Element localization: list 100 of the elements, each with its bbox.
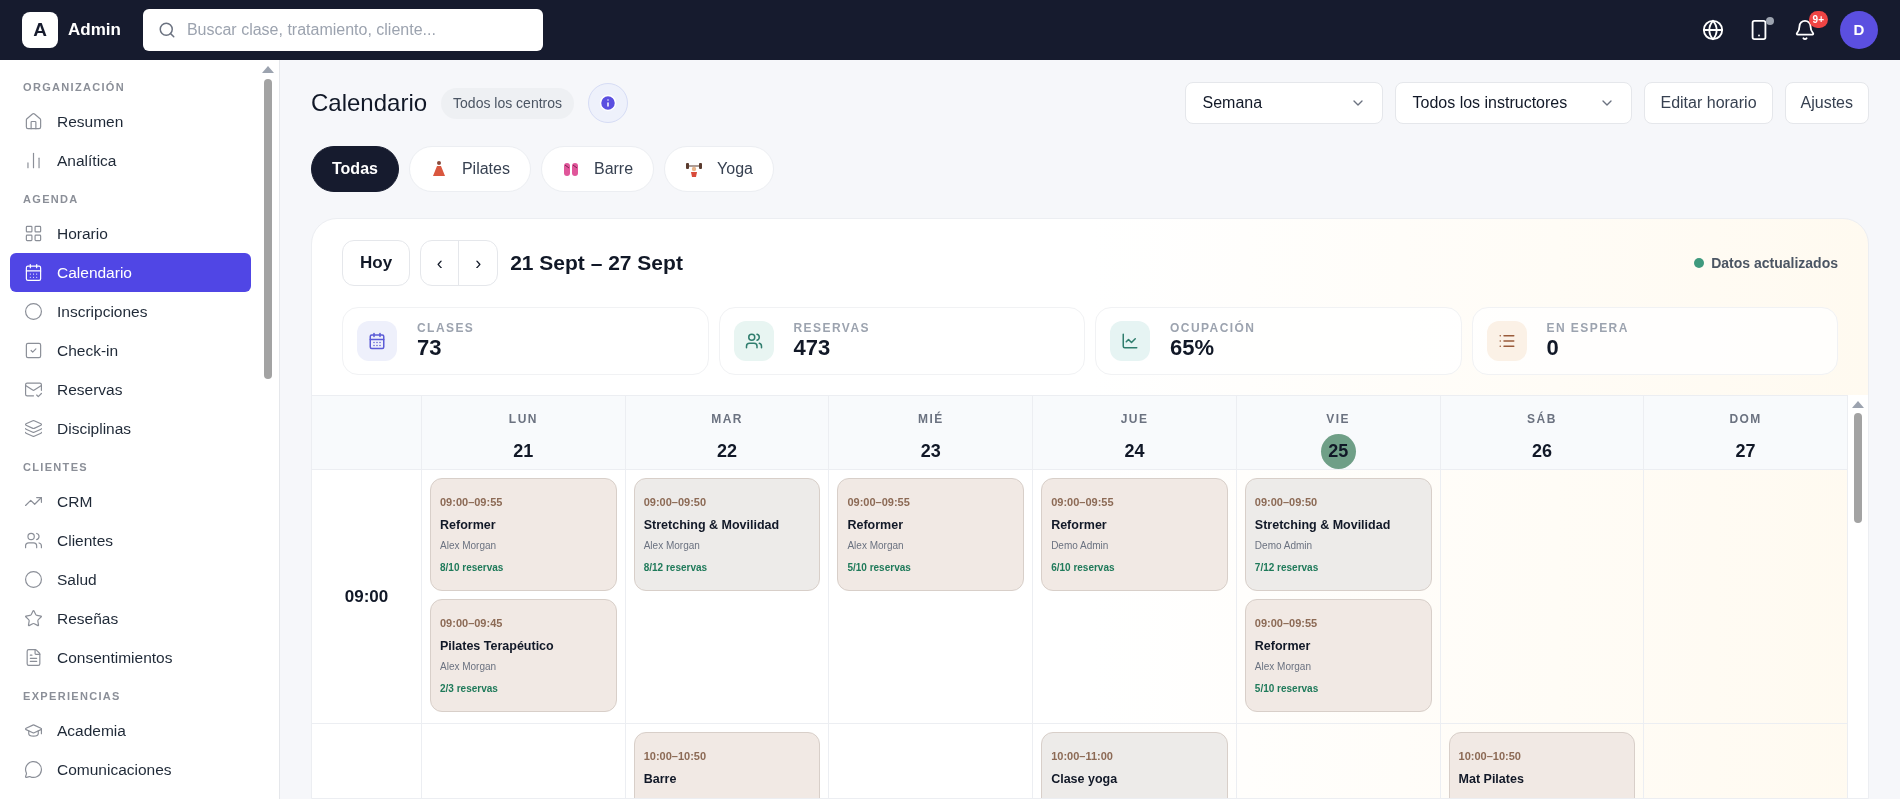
booking-count: 2/3 reservas [440, 682, 499, 695]
home-icon [24, 112, 43, 131]
sidebar-item[interactable]: Reseñas [10, 599, 251, 638]
sidebar-item[interactable]: Horario [10, 214, 251, 253]
instructor-name: Alex Morgan [1254, 660, 1312, 673]
class-title: Mat Pilates [1458, 771, 1525, 787]
class-card[interactable]: 09:00–09:55 Reformer Demo Admin 6/10 reservas [1041, 478, 1228, 591]
booking-count: 8/12 reservas [643, 561, 709, 574]
weekday-label: LUN [508, 411, 538, 428]
circle-icon [24, 570, 43, 589]
class-card[interactable]: 10:00–10:50 Mat Pilates [1448, 732, 1636, 798]
date-range: 21 Sept – 27 Sept [510, 250, 683, 277]
view-select[interactable]: Semana [1185, 82, 1384, 124]
booking-count: 8/10 reservas [440, 561, 505, 574]
class-title: Pilates Terapéutico [440, 638, 555, 654]
app-name: Admin [68, 19, 121, 42]
search-field[interactable]: Buscar clase, tratamiento, cliente... [142, 9, 543, 51]
class-time: 10:00–11:00 [1051, 749, 1114, 763]
scrollbar[interactable] [1848, 395, 1868, 798]
calendar-icon [24, 263, 43, 282]
stat-value: 0 [1546, 335, 1560, 361]
weekday-label: SÁB [1527, 410, 1557, 428]
class-time: 10:00–10:50 [1458, 749, 1522, 763]
filter-pill[interactable]: Todas [311, 146, 399, 192]
bar-chart-icon [24, 151, 43, 170]
envelope-icon [24, 380, 43, 399]
filter-pill[interactable]: Barre [540, 146, 655, 192]
logo-badge[interactable]: A [22, 12, 58, 48]
checkbox-icon [24, 341, 43, 360]
toolbar-button[interactable]: Editar horario [1644, 82, 1773, 124]
class-card[interactable]: 10:00–10:50 Barre [633, 732, 821, 798]
today-button[interactable]: Hoy [342, 240, 411, 286]
info-icon [599, 94, 618, 112]
day-number[interactable]: 24 [1117, 434, 1152, 469]
toolbar-button[interactable]: Ajustes [1784, 82, 1869, 124]
filter-pill[interactable]: Pilates [408, 146, 531, 192]
sidebar-item[interactable]: Analítica [10, 141, 251, 180]
class-card[interactable]: 09:00–09:55 Reformer Alex Morgan 8/10 reservas [430, 478, 617, 591]
class-title: Reformer [1254, 638, 1312, 654]
sidebar-item[interactable]: Reservas [10, 370, 251, 409]
circle-icon [24, 302, 43, 321]
users-icon [24, 531, 43, 550]
filter-pill[interactable]: Yoga [664, 146, 774, 192]
class-title: Reformer [1051, 517, 1108, 533]
class-time: 09:00–09:50 [1254, 495, 1319, 509]
sidebar-item[interactable]: Salud [10, 560, 251, 599]
class-title: Clase yoga [1051, 771, 1119, 787]
sidebar-item[interactable]: CRM [10, 482, 251, 521]
stat-label: CLASES [417, 321, 475, 335]
class-time: 09:00–09:55 [1051, 495, 1115, 509]
stat-label: OCUPACIÓN [1170, 321, 1256, 335]
instructor-name: Demo Admin [1051, 539, 1110, 552]
sidebar-item[interactable]: Consentimientos [10, 638, 251, 677]
day-number[interactable]: 26 [1524, 434, 1560, 469]
sidebar-item[interactable]: Clientes [10, 521, 251, 560]
section-heading: ORGANIZACIÓN [22, 79, 126, 95]
class-card[interactable]: 09:00–09:50 Stretching & Movilidad Alex Morgan 8/12 reservas [633, 478, 821, 591]
weekday-label: MIÉ [917, 410, 944, 428]
instructor-name: Alex Morgan [440, 660, 498, 673]
weekday-label: VIE [1326, 411, 1351, 428]
chat-bubble-icon [24, 760, 43, 779]
list-icon [1486, 321, 1527, 361]
day-number[interactable]: 22 [709, 434, 745, 469]
class-card[interactable]: 09:00–09:55 Reformer Alex Morgan 5/10 reservas [1244, 599, 1432, 712]
class-time: 09:00–09:55 [847, 495, 911, 509]
info-button[interactable] [588, 83, 629, 123]
day-number[interactable]: 27 [1728, 434, 1764, 469]
sidebar-item[interactable]: Inscripciones [10, 292, 251, 331]
star-icon [24, 609, 43, 628]
day-number[interactable]: 21 [505, 434, 541, 469]
class-card[interactable]: 09:00–09:45 Pilates Terapéutico Alex Morgan 2/3 reservas [430, 599, 617, 712]
class-time: 09:00–09:55 [440, 495, 504, 509]
sync-status: Datos actualizados [1711, 253, 1838, 273]
user-avatar[interactable]: D [1840, 11, 1878, 49]
class-card[interactable]: 09:00–09:50 Stretching & Movilidad Demo Admin 7/12 reservas [1244, 478, 1432, 591]
day-number[interactable]: 23 [913, 434, 949, 469]
stat-value: 73 [417, 335, 443, 361]
class-time: 10:00–10:50 [643, 749, 708, 763]
grid-icon [24, 224, 43, 243]
time-label: 09:00 [344, 585, 389, 608]
previous-button[interactable]: ‹ [421, 241, 460, 285]
globe-icon[interactable] [1702, 19, 1724, 41]
sidebar-item[interactable]: Calendario [10, 253, 251, 292]
sidebar-item[interactable]: Check-in [10, 331, 251, 370]
sidebar-item[interactable]: Resumen [10, 102, 251, 141]
sidebar-item[interactable]: Academia [10, 711, 251, 750]
instructor-name: Alex Morgan [847, 539, 905, 552]
class-card[interactable]: 09:00–09:55 Reformer Alex Morgan 5/10 reservas [837, 478, 1025, 591]
sidebar-item[interactable]: Disciplinas [10, 409, 251, 448]
sidebar-item[interactable]: Comunicaciones [10, 750, 251, 789]
class-card[interactable]: 10:00–11:00 Clase yoga [1041, 732, 1228, 798]
stat-value: 65% [1170, 335, 1216, 361]
location-chip[interactable]: Todos los centros [441, 87, 575, 119]
instructor-name: Alex Morgan [440, 539, 498, 552]
next-button[interactable]: › [459, 241, 498, 285]
ballet-shoes-icon [561, 160, 580, 178]
day-number[interactable]: 25 [1320, 434, 1356, 469]
weekday-label: JUE [1120, 411, 1149, 428]
line-chart-icon [1110, 321, 1150, 361]
instructor-select[interactable]: Todos los instructores [1395, 82, 1633, 124]
